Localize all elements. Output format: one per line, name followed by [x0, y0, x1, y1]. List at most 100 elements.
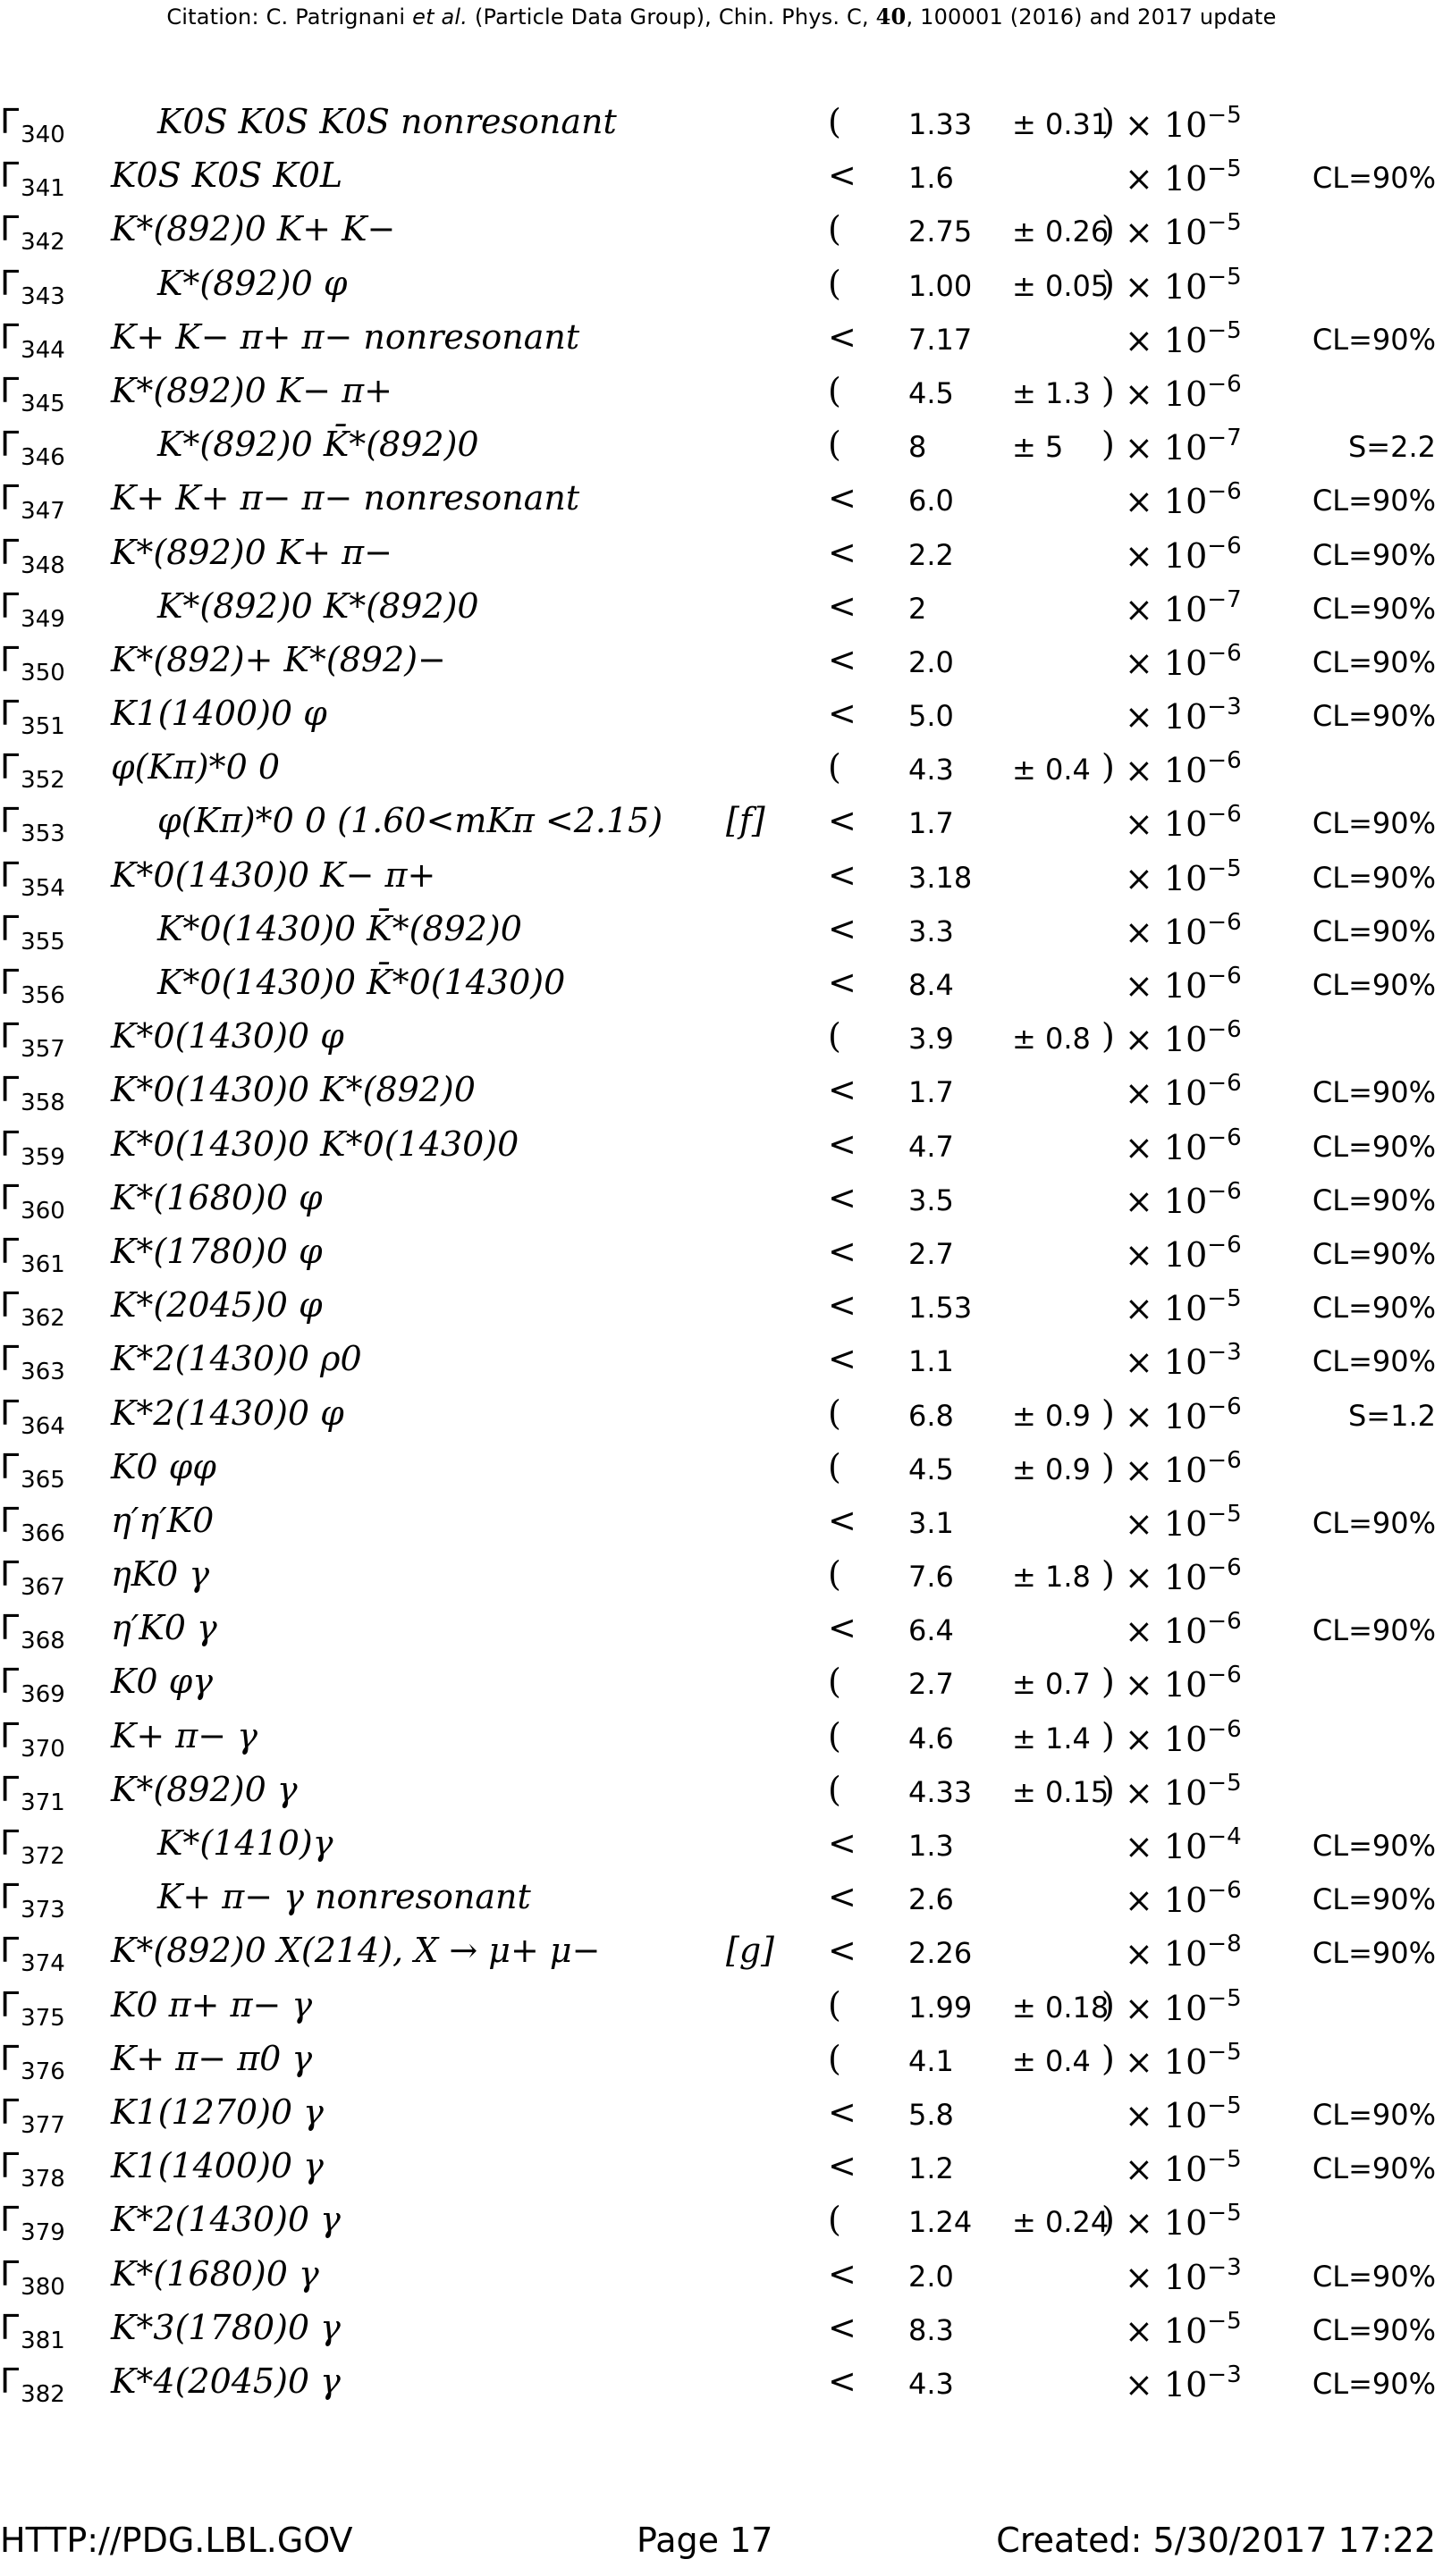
- times-sign: × 10: [1125, 1988, 1208, 2028]
- decay-mode: K*(892)0 K*(892)0: [157, 585, 479, 626]
- scale-factor: × 10−6: [1125, 1070, 1242, 1113]
- confidence-level: CL=90%: [1312, 699, 1436, 734]
- decay-mode: K1(1400)0 γ: [111, 2146, 324, 2186]
- relation-symbol: <: [828, 1231, 857, 1271]
- decay-mode: K*0(1430)0 K*(892)0: [111, 1070, 476, 1110]
- gamma-label: Γ361: [0, 1231, 65, 1278]
- times-sign: × 10: [1125, 2364, 1208, 2404]
- scale-factor: × 10−6: [1125, 533, 1242, 576]
- close-paren: ): [1101, 425, 1115, 465]
- table-row: Γ342 K*(892)0 K+ K− (2.75 ± 0.26) × 10−5: [0, 202, 1443, 256]
- scale-factor: × 10−5: [1125, 2039, 1242, 2082]
- decay-mode: φ(Kπ)*0 0 (1.60<mKπ <2.15): [157, 801, 663, 841]
- fraction-value: 8.3: [908, 2312, 954, 2347]
- scale-factor: × 10−6: [1125, 747, 1242, 790]
- gamma-label: Γ365: [0, 1446, 65, 1494]
- scale-factor: × 10−5: [1125, 102, 1242, 145]
- footer-url[interactable]: HTTP://PDG.LBL.GOV: [0, 2521, 353, 2560]
- gamma-index: 346: [21, 444, 65, 472]
- table-row: Γ364 K*2(1430)0 φ (6.8 ± 0.9) × 10−6 S=1.2: [0, 1386, 1443, 1440]
- scale-factor: × 10−6: [1125, 1716, 1242, 1759]
- relation-symbol: (: [828, 1393, 841, 1433]
- table-row: Γ365 K0 φφ (4.5 ± 0.9) × 10−6: [0, 1440, 1443, 1494]
- scale-factor: × 10−6: [1125, 909, 1242, 952]
- close-paren: ): [1101, 1769, 1115, 1809]
- decay-mode: K*(1680)0 γ: [111, 2253, 319, 2294]
- confidence-level: CL=90%: [1312, 2366, 1436, 2401]
- decay-mode: K*0(1430)0 K− π+: [111, 854, 436, 895]
- times-sign: × 10: [1125, 1558, 1208, 1598]
- fraction-value: 5.8: [908, 2097, 954, 2132]
- relation-symbol: (: [828, 1984, 841, 2025]
- times-sign: × 10: [1125, 966, 1208, 1006]
- confidence-level: S=2.2: [1347, 430, 1436, 465]
- decay-mode: K*2(1430)0 φ: [111, 1393, 344, 1433]
- fraction-error: ± 0.9: [1012, 1398, 1091, 1433]
- gamma-index: 362: [21, 1305, 65, 1333]
- fraction-value: 2.0: [908, 644, 954, 679]
- scale-factor: × 10−6: [1125, 1232, 1242, 1275]
- fraction-value: 4.6: [908, 1721, 954, 1755]
- gamma-index: 351: [21, 713, 65, 741]
- gamma-label: Γ369: [0, 1662, 65, 1709]
- fraction-value: 7.17: [908, 322, 973, 357]
- times-sign: × 10: [1125, 2311, 1208, 2351]
- relation-symbol: <: [828, 1177, 857, 1217]
- page-footer: HTTP://PDG.LBL.GOV Page 17 Created: 5/30…: [0, 2521, 1443, 2574]
- times-sign: × 10: [1125, 858, 1208, 898]
- exponent: −5: [1207, 209, 1242, 237]
- relation-symbol: <: [828, 2253, 857, 2294]
- relation-symbol: <: [828, 316, 857, 357]
- exponent: −5: [1207, 316, 1242, 344]
- scale-factor: × 10−6: [1125, 1393, 1242, 1436]
- times-sign: × 10: [1125, 1073, 1208, 1114]
- decay-mode: K*2(1430)0 γ: [111, 2200, 341, 2240]
- table-row: Γ347 K+ K+ π− π− nonresonant <6.0 × 10−6 CL=…: [0, 471, 1443, 525]
- gamma-label: Γ374: [0, 1931, 65, 1978]
- gamma-index: 349: [21, 605, 65, 633]
- gamma-label: Γ359: [0, 1124, 65, 1171]
- relation-symbol: <: [828, 2361, 857, 2401]
- close-paren: ): [1101, 1984, 1115, 2025]
- exponent: −5: [1207, 2200, 1242, 2227]
- table-row: Γ352 φ(Kπ)*0 0 (4.3 ± 0.4) × 10−6: [0, 740, 1443, 794]
- table-row: Γ373 K+ π− γ nonresonant <2.6 × 10−6 CL=90%: [0, 1870, 1443, 1924]
- gamma-index: 344: [21, 336, 65, 364]
- confidence-level: CL=90%: [1312, 2097, 1436, 2132]
- gamma-index: 368: [21, 1628, 65, 1655]
- footnote-ref: [f]: [726, 801, 765, 841]
- fraction-value: 2.7: [908, 1236, 954, 1271]
- footer-created-date: Created: 5/30/2017 17:22: [996, 2521, 1436, 2560]
- fraction-value: 4.3: [908, 2366, 954, 2401]
- confidence-level: CL=90%: [1312, 806, 1436, 841]
- decay-mode: K*(892)0 K+ K−: [111, 209, 396, 249]
- relation-symbol: <: [828, 694, 857, 734]
- scale-factor: × 10−5: [1125, 317, 1242, 360]
- gamma-index: 340: [21, 122, 65, 148]
- times-sign: × 10: [1125, 2150, 1208, 2190]
- decay-mode: K*(1410)γ: [157, 1823, 333, 1863]
- gamma-index: 377: [21, 2111, 65, 2139]
- scale-factor: × 10−3: [1125, 1339, 1242, 1382]
- exponent: −5: [1207, 2146, 1242, 2174]
- scale-factor: × 10−7: [1125, 425, 1242, 467]
- confidence-level: CL=90%: [1312, 1075, 1436, 1110]
- gamma-index: 374: [21, 1950, 65, 1978]
- relation-symbol: (: [828, 1554, 841, 1595]
- gamma-label: Γ370: [0, 1715, 65, 1763]
- table-row: Γ348 K*(892)0 K+ π− <2.2 × 10−6 CL=90%: [0, 526, 1443, 579]
- fraction-value: 1.53: [908, 1291, 973, 1326]
- gamma-label: Γ372: [0, 1823, 65, 1870]
- gamma-label: Γ345: [0, 370, 65, 417]
- gamma-index: 379: [21, 2219, 65, 2247]
- exponent: −8: [1207, 1931, 1242, 1958]
- table-row: Γ350 K*(892)+ K*(892)− <2.0 × 10−6 CL=90%: [0, 633, 1443, 686]
- gamma-index: 343: [21, 282, 65, 310]
- exponent: −6: [1207, 478, 1242, 506]
- times-sign: × 10: [1125, 213, 1208, 253]
- times-sign: × 10: [1125, 320, 1208, 360]
- fraction-value: 7.6: [908, 1560, 954, 1595]
- times-sign: × 10: [1125, 697, 1208, 737]
- relation-symbol: (: [828, 370, 841, 410]
- table-row: Γ380 K*(1680)0 γ <2.0 × 10−3 CL=90%: [0, 2247, 1443, 2301]
